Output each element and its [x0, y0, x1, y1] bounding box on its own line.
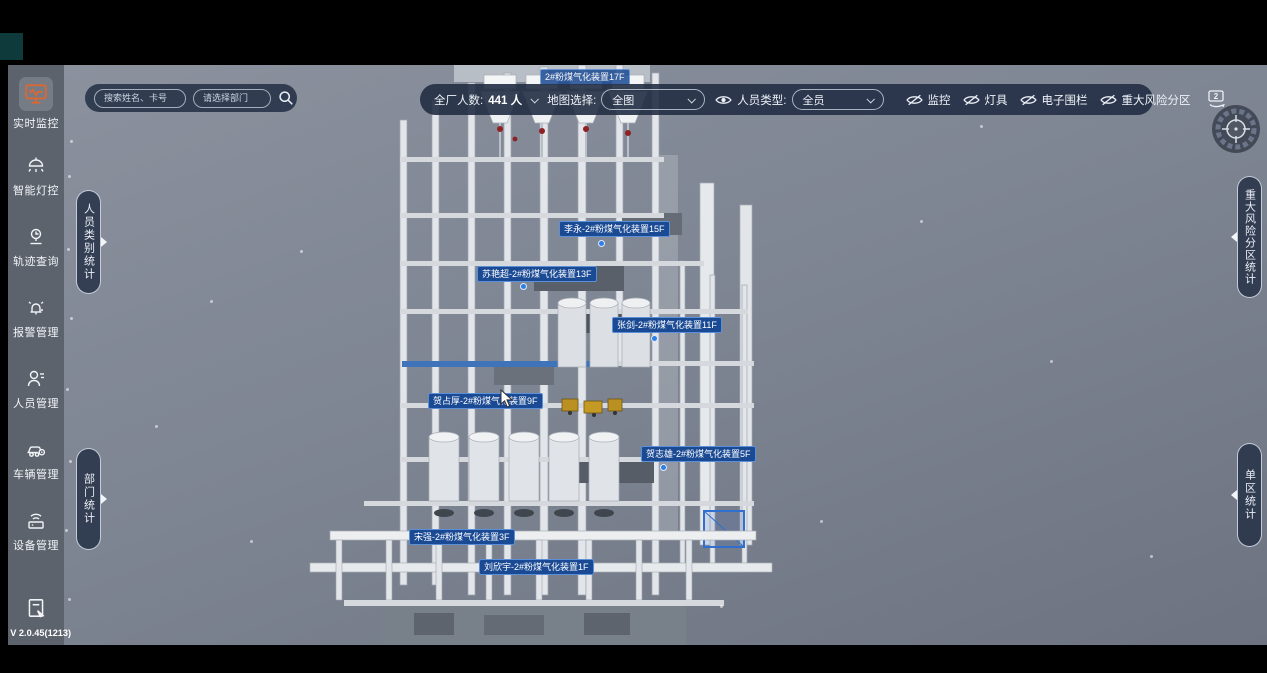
panel-tab-label: 人员类别统计: [81, 203, 97, 281]
arrow-left-icon: [1231, 490, 1237, 500]
search-name-input[interactable]: [94, 89, 186, 108]
person-label[interactable]: 刘欣宇-2#粉煤气化装置1F: [479, 559, 594, 575]
toggle-monitor[interactable]: 监控: [906, 92, 951, 108]
person-type-label: 人员类型:: [737, 92, 786, 108]
track-camera-icon: [24, 225, 48, 249]
sidebar-item-label: 车辆管理: [13, 466, 59, 482]
total-people-label: 全厂人数:: [434, 92, 483, 108]
eye-off-icon: [906, 94, 923, 106]
person-visibility-group: 人员类型: 全员: [715, 89, 883, 110]
chevron-down-icon: [688, 95, 696, 103]
alarm-bell-icon: [24, 296, 48, 320]
person-marker[interactable]: [598, 240, 605, 247]
toggle-electronic-fence[interactable]: 电子围栏: [1020, 92, 1088, 108]
person-label[interactable]: 张剑-2#粉煤气化装置11F: [612, 317, 722, 333]
toggle-label: 电子围栏: [1042, 92, 1088, 108]
panel-tab-department-stats[interactable]: 部门统计: [76, 448, 101, 550]
sidebar-item-track-query[interactable]: 轨迹查询: [8, 219, 64, 290]
3d-building-scene[interactable]: [64, 65, 1267, 645]
person-label[interactable]: 2#粉煤气化装置17F: [540, 69, 630, 85]
person-label[interactable]: 宋强-2#粉煤气化装置3F: [409, 529, 515, 545]
panel-tab-major-risk-zone-stats[interactable]: 重大风险分区统计: [1237, 176, 1262, 298]
vehicle-gear-icon: [24, 438, 48, 462]
view-switch-glyph: 2: [1213, 92, 1218, 101]
person-label[interactable]: 苏艳超-2#粉煤气化装置13F: [477, 266, 597, 282]
main-stage: 2#粉煤气化装置17F 李永-2#粉煤气化装置15F 苏艳超-2#粉煤气化装置1…: [0, 65, 1267, 645]
search-bar: [85, 84, 297, 112]
person-label[interactable]: 李永-2#粉煤气化装置15F: [559, 221, 670, 237]
sidebar-item-realtime-monitor[interactable]: 实时监控: [8, 77, 64, 148]
sidebar-item-label: 报警管理: [13, 324, 59, 340]
main-toolbar: 全厂人数: 441 人 地图选择: 全图 人员类型: 全员: [420, 84, 1153, 115]
search-icon[interactable]: [278, 90, 294, 106]
arrow-right-icon: [101, 494, 107, 504]
toggle-label: 监控: [928, 92, 951, 108]
person-marker[interactable]: [660, 464, 667, 471]
arrow-right-icon: [101, 237, 107, 247]
sidebar-item-vehicle-management[interactable]: 车辆管理: [8, 432, 64, 503]
eye-open-icon[interactable]: [715, 94, 732, 106]
sidebar-item-label: 设备管理: [13, 537, 59, 553]
log-exit-icon[interactable]: [8, 596, 64, 620]
sidebar-item-label: 实时监控: [13, 115, 59, 131]
toggle-major-risk-zone[interactable]: 重大风险分区: [1100, 92, 1191, 108]
sidebar-item-smart-lighting[interactable]: 智能灯控: [8, 148, 64, 219]
compass-control[interactable]: [1210, 103, 1262, 160]
map-select-value: 全图: [612, 92, 634, 108]
total-people-value: 441 人: [488, 92, 522, 108]
chevron-down-icon: [531, 95, 539, 103]
chevron-down-icon: [866, 95, 874, 103]
device-router-icon: [24, 509, 48, 533]
panel-tab-label: 部门统计: [81, 473, 97, 525]
total-people-count[interactable]: 全厂人数: 441 人: [434, 92, 537, 108]
mouse-cursor: [500, 389, 514, 409]
sidebar-footer: V 2.0.45(1213): [8, 596, 64, 645]
sidebar-nav: 实时监控 智能灯控: [8, 65, 64, 645]
arrow-left-icon: [1231, 232, 1237, 242]
map-select-dropdown[interactable]: 全图: [601, 89, 705, 110]
person-marker[interactable]: [651, 335, 658, 342]
panel-tab-person-category-stats[interactable]: 人员类别统计: [76, 190, 101, 294]
person-type-value: 全员: [803, 92, 825, 108]
panel-tab-label: 重大风险分区统计: [1242, 189, 1258, 285]
toggle-label: 重大风险分区: [1122, 92, 1191, 108]
sidebar-item-personnel-management[interactable]: 人员管理: [8, 361, 64, 432]
smart-lamp-icon: [24, 154, 48, 178]
monitor-pulse-icon: [19, 77, 53, 111]
viewport-3d[interactable]: [64, 65, 1267, 645]
sidebar-item-alarm-management[interactable]: 报警管理: [8, 290, 64, 361]
eye-off-icon: [963, 94, 980, 106]
person-marker[interactable]: [520, 283, 527, 290]
person-list-icon: [24, 367, 48, 391]
sidebar-item-device-management[interactable]: 设备管理: [8, 503, 64, 574]
toggle-label: 灯具: [985, 92, 1008, 108]
panel-tab-label: 单区统计: [1242, 469, 1258, 521]
eye-off-icon: [1020, 94, 1037, 106]
app-version: V 2.0.45(1213): [10, 628, 62, 638]
sidebar-item-label: 智能灯控: [13, 182, 59, 198]
sidebar-item-label: 人员管理: [13, 395, 59, 411]
sidebar-item-label: 轨迹查询: [13, 253, 59, 269]
map-select-group: 地图选择: 全图: [547, 89, 705, 110]
toggle-lights[interactable]: 灯具: [963, 92, 1008, 108]
person-type-dropdown[interactable]: 全员: [792, 89, 884, 110]
person-label[interactable]: 贺占厚-2#粉煤气化装置9F: [428, 393, 543, 409]
map-select-label: 地图选择:: [547, 92, 596, 108]
select-department-input[interactable]: [193, 89, 271, 108]
person-label[interactable]: 贺志雄-2#粉煤气化装置5F: [641, 446, 756, 462]
top-left-marker: [0, 33, 23, 60]
panel-tab-single-zone-stats[interactable]: 单区统计: [1237, 443, 1262, 547]
eye-off-icon: [1100, 94, 1117, 106]
